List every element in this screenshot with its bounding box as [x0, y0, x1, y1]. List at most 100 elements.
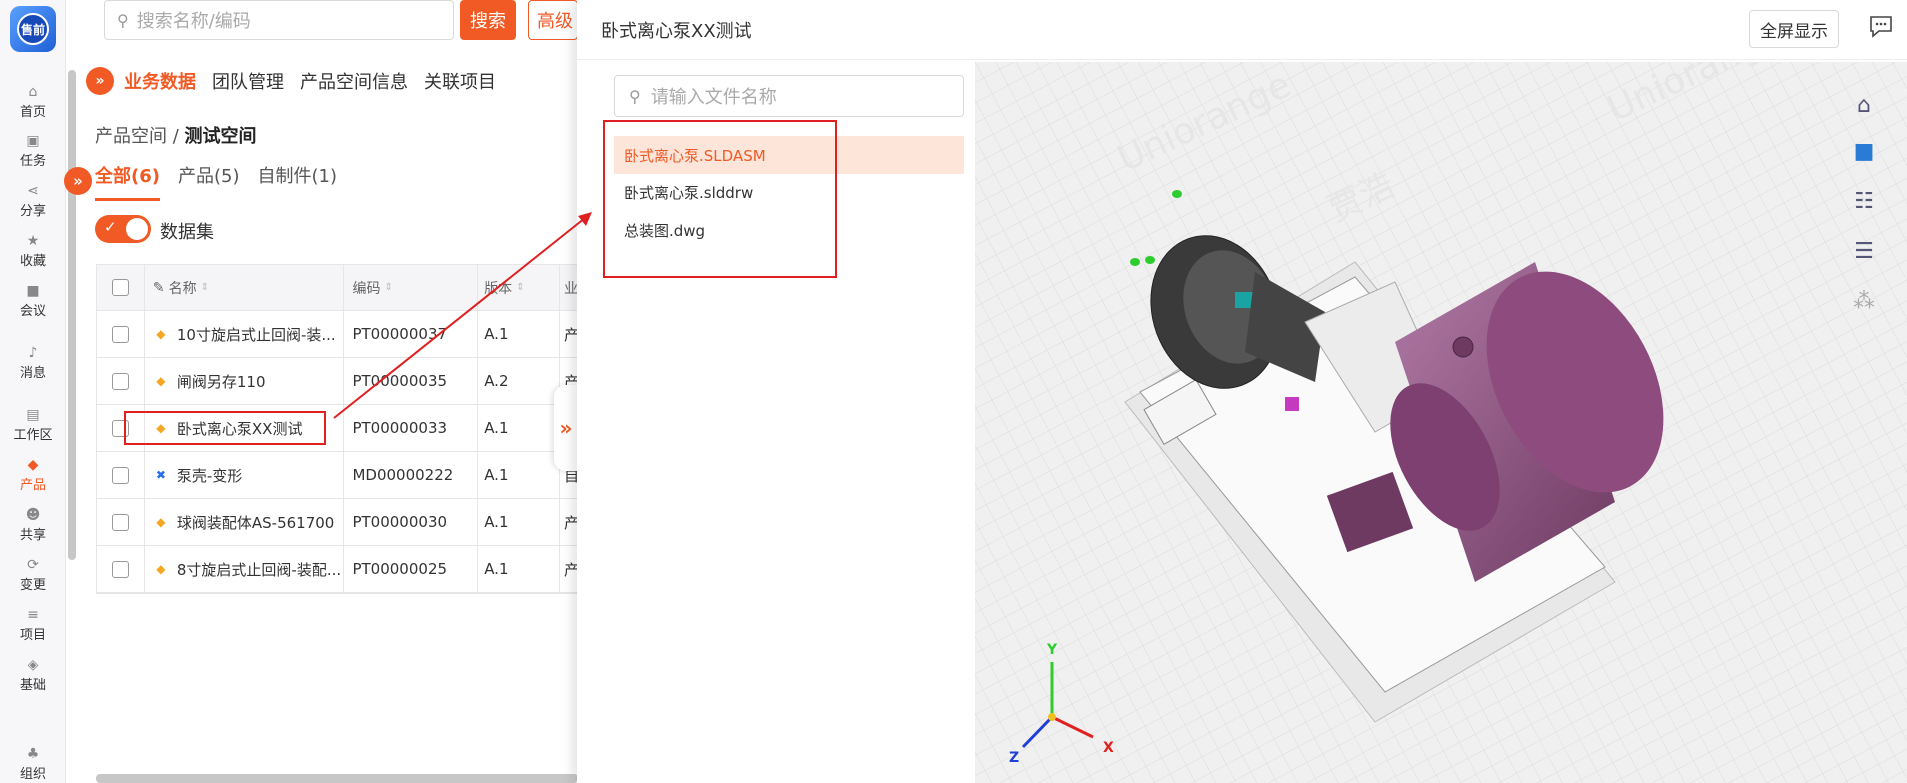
tab-business-data[interactable]: 业务数据 — [124, 68, 196, 94]
annotation-highlight-row — [124, 411, 326, 445]
row-version: A.1 — [484, 466, 509, 484]
home-view-icon[interactable]: ⌂ — [1847, 88, 1881, 122]
logo-text: 售前 — [17, 13, 49, 45]
breadcrumb-parent[interactable]: 产品空间 / — [95, 126, 179, 147]
product-cube-icon: ◆ — [156, 562, 166, 576]
axis-y-label: Y — [1047, 642, 1058, 658]
row-name[interactable]: 10寸旋启式止回阀-装... — [177, 324, 336, 345]
search-input[interactable]: ⚲ 搜索名称/编码 — [104, 0, 454, 40]
nav-label: 共享 — [19, 527, 46, 543]
nav-item-shared[interactable]: ☻ 共享 — [0, 501, 66, 547]
nav-label: 基础 — [19, 677, 46, 693]
row-name[interactable]: 球阀装配体AS-561700 — [177, 512, 334, 533]
row-name[interactable]: 8寸旋启式止回阀-装配... — [177, 559, 341, 580]
row-name[interactable]: 泵壳-变形 — [177, 465, 242, 486]
row-checkbox[interactable] — [111, 560, 129, 578]
pump-model-render: Uniorange Uniorange 贾浩 — [975, 62, 1907, 783]
subtab-product[interactable]: 产品(5) — [178, 162, 240, 201]
select-all-checkbox[interactable] — [111, 279, 129, 296]
grid-icon[interactable]: ⁂ — [1847, 284, 1881, 318]
edit-icon: ✎ — [152, 279, 165, 296]
row-code: MD00000222 — [352, 466, 454, 484]
nav-item-workspace[interactable]: ▤ 工作区 — [0, 401, 66, 447]
axis-x-label: X — [1103, 740, 1114, 756]
search-button[interactable]: 搜索 — [460, 0, 516, 40]
main-tabs: » 业务数据 团队管理 产品空间信息 关联项目 — [86, 66, 512, 96]
nav-label: 消息 — [19, 365, 46, 381]
sort-icon[interactable]: ⇕ — [516, 282, 524, 293]
row-checkbox[interactable] — [111, 466, 129, 484]
row-version: A.1 — [484, 419, 509, 437]
share-icon: ⋖ — [27, 182, 39, 199]
row-business: 产 — [564, 513, 578, 532]
nav-item-favorites[interactable]: ★ 收藏 — [0, 227, 66, 273]
row-checkbox[interactable] — [111, 513, 129, 531]
cube-settings-icon[interactable]: ■ — [1847, 134, 1881, 168]
dataset-toggle[interactable]: ✓ — [95, 215, 151, 243]
fullscreen-button[interactable]: 全屏显示 — [1749, 10, 1839, 48]
table-row[interactable]: ◆ 10寸旋启式止回阀-装... PT00000037 A.1 产 — [97, 311, 578, 358]
nav-expand-button[interactable]: » — [64, 167, 92, 195]
advanced-search-button[interactable]: 高级 — [528, 0, 578, 40]
row-checkbox[interactable] — [111, 372, 129, 390]
table-row[interactable]: ◆ 闸阀另存110 PT00000035 A.2 产 — [97, 358, 578, 405]
checklist-icon[interactable]: ☰ — [1847, 234, 1881, 268]
row-code: PT00000025 — [352, 560, 448, 578]
app-logo[interactable]: 售前 — [10, 6, 56, 52]
left-nav: 售前 ⌂ 首页 ▣ 任务 ⋖ 分享 ★ 收藏 ■ 会议 ♪ 消息 ▤ 工作区 ◆ 产品 ☻ 共享 … — [0, 0, 66, 783]
video-icon: ■ — [26, 282, 40, 299]
nav-item-change[interactable]: ⟳ 变更 — [0, 551, 66, 597]
drawer-collapse-handle[interactable]: » — [554, 385, 578, 471]
row-checkbox[interactable] — [111, 325, 129, 343]
column-header-name[interactable]: 名称 — [169, 278, 197, 298]
row-business: 产 — [564, 560, 578, 579]
nav-label: 产品 — [19, 477, 46, 493]
nav-item-task[interactable]: ▣ 任务 — [0, 127, 66, 173]
double-chevron-right-icon: » — [559, 416, 573, 440]
sort-icon[interactable]: ⇕ — [384, 282, 392, 293]
tab-product-space-info[interactable]: 产品空间信息 — [300, 68, 408, 94]
nav-item-meeting[interactable]: ■ 会议 — [0, 277, 66, 323]
table-row[interactable]: ◆ 球阀装配体AS-561700 PT00000030 A.1 产 — [97, 499, 578, 546]
star-icon: ★ — [26, 232, 40, 249]
project-icon: ≡ — [27, 606, 39, 623]
subtab-all[interactable]: 全部(6) — [95, 162, 160, 201]
column-header-business: 业 — [564, 280, 578, 297]
nav-item-share[interactable]: ⋖ 分享 — [0, 177, 66, 223]
table-horizontal-scrollbar[interactable] — [96, 774, 578, 783]
change-icon: ⟳ — [27, 556, 39, 573]
file-search-placeholder: 请输入文件名称 — [650, 87, 777, 108]
tab-team-management[interactable]: 团队管理 — [212, 68, 284, 94]
axis-z-label: Z — [1009, 750, 1020, 766]
row-business: 产 — [564, 325, 578, 344]
tab-related-projects[interactable]: 关联项目 — [424, 68, 496, 94]
nav-label: 会议 — [19, 303, 46, 319]
nav-item-project[interactable]: ≡ 项目 — [0, 601, 66, 647]
3d-model-viewer[interactable]: Uniorange Uniorange 贾浩 — [975, 62, 1907, 783]
table-row[interactable]: ✖ 泵壳-变形 MD00000222 A.1 自 — [97, 452, 578, 499]
sort-icon[interactable]: ⇕ — [201, 282, 209, 293]
part-cross-icon: ✖ — [155, 468, 166, 482]
tree-structure-icon[interactable]: ☷ — [1847, 184, 1881, 218]
double-chevron-right-icon: » — [73, 172, 83, 190]
double-chevron-right-icon[interactable]: » — [86, 67, 114, 95]
drawer-header: 卧式离心泵XX测试 — [577, 0, 1907, 60]
row-name[interactable]: 闸阀另存110 — [177, 371, 266, 392]
nav-label: 首页 — [19, 104, 46, 120]
row-code: PT00000030 — [352, 513, 448, 531]
layers-icon: ◈ — [27, 656, 39, 673]
comment-icon[interactable] — [1867, 12, 1895, 40]
nav-item-basic[interactable]: ◈ 基础 — [0, 651, 66, 697]
nav-item-product[interactable]: ◆ 产品 — [0, 451, 66, 497]
product-cube-icon: ◆ — [156, 374, 166, 388]
column-header-code[interactable]: 编码 — [352, 278, 380, 298]
nav-item-home[interactable]: ⌂ 首页 — [0, 78, 66, 124]
nav-item-org[interactable]: ♣ 组织 — [0, 740, 66, 783]
column-header-version[interactable]: 版本 — [484, 278, 512, 298]
file-search-input[interactable]: ⚲ 请输入文件名称 — [614, 75, 964, 117]
subtab-self-made[interactable]: 自制件(1) — [257, 162, 337, 201]
row-version: A.1 — [484, 513, 509, 531]
nav-item-messages[interactable]: ♪ 消息 — [0, 339, 66, 385]
nav-scrollbar[interactable] — [68, 70, 76, 560]
table-row[interactable]: ◆ 8寸旋启式止回阀-装配... PT00000025 A.1 产 — [97, 546, 578, 593]
